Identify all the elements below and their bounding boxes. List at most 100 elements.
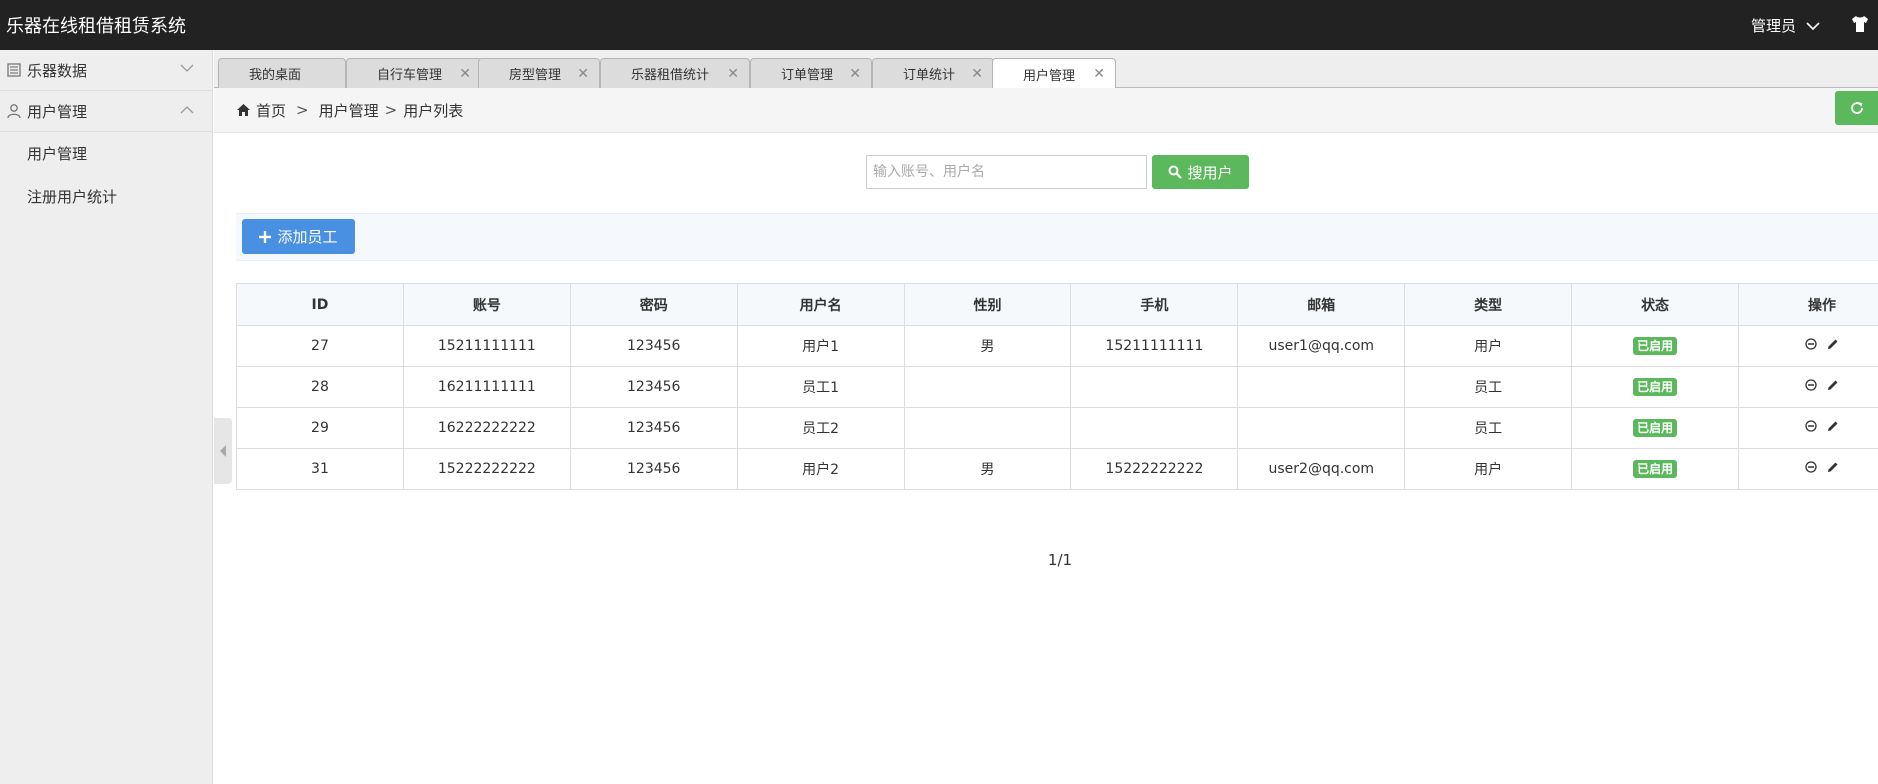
sidebar-item-registered-user-stats[interactable]: 注册用户统计	[0, 175, 212, 218]
tab-label: 我的桌面	[249, 68, 302, 83]
cell-id: 29	[236, 407, 404, 449]
cell-type: 员工	[1404, 407, 1573, 449]
column-header: 操作	[1738, 283, 1878, 326]
plus-icon	[259, 230, 272, 243]
column-header: 密码	[569, 283, 738, 326]
cell-password: 123456	[569, 407, 738, 449]
cell-email: user2@qq.com	[1237, 448, 1406, 490]
cell-phone	[1070, 366, 1239, 408]
search-button-label: 搜用户	[1187, 163, 1233, 182]
breadcrumb-level1[interactable]: 用户管理	[319, 100, 379, 121]
user-name: 管理员	[1750, 17, 1796, 35]
close-icon[interactable]: ✕	[727, 66, 739, 82]
sidebar-item-user-management[interactable]: 用户管理	[0, 132, 212, 175]
tab-room-type-management[interactable]: 房型管理 ✕	[478, 58, 600, 88]
cell-username: 用户2	[736, 448, 905, 490]
table-row: 28 16211111111 123456 员工1 员工 已启用	[236, 366, 1878, 408]
disable-icon[interactable]	[1805, 338, 1817, 350]
tab-order-management[interactable]: 订单管理 ✕	[750, 58, 872, 88]
tab-bar: 我的桌面 自行车管理 ✕ 房型管理 ✕ 乐器租借统计 ✕ 订单管理 ✕ 订单统计…	[214, 50, 1878, 89]
column-header: 账号	[402, 283, 571, 326]
cell-account: 16211111111	[402, 366, 571, 408]
cell-password: 123456	[569, 325, 738, 367]
breadcrumb: 首页 > 用户管理 > 用户列表	[214, 88, 1878, 133]
add-employee-button[interactable]: 添加员工	[242, 219, 355, 254]
breadcrumb-separator: >	[384, 101, 398, 119]
home-icon	[237, 104, 250, 116]
disable-icon[interactable]	[1805, 461, 1817, 473]
cell-status: 已启用	[1571, 366, 1740, 408]
tab-order-stats[interactable]: 订单统计 ✕	[872, 58, 994, 88]
column-header: 手机	[1070, 283, 1239, 326]
cell-password: 123456	[569, 448, 738, 490]
tab-instrument-rental-stats[interactable]: 乐器租借统计 ✕	[600, 58, 750, 88]
cell-account: 16222222222	[402, 407, 571, 449]
sidebar: 乐器数据 用户管理 用户管理 注册用户统计	[0, 50, 213, 784]
table-row: 31 15222222222 123456 用户2 男 15222222222 …	[236, 448, 1878, 490]
cell-actions	[1738, 325, 1878, 367]
disable-icon[interactable]	[1805, 379, 1817, 391]
cell-id: 28	[236, 366, 404, 408]
status-badge: 已启用	[1633, 419, 1678, 437]
tab-bike-management[interactable]: 自行车管理 ✕	[346, 58, 482, 88]
cell-account: 15211111111	[402, 325, 571, 367]
tab-label: 订单统计	[903, 68, 956, 83]
tab-my-desktop[interactable]: 我的桌面	[218, 58, 346, 88]
column-header: 状态	[1571, 283, 1740, 326]
user-icon	[7, 104, 21, 119]
refresh-button[interactable]	[1835, 91, 1878, 125]
chevron-down-icon	[1806, 21, 1820, 30]
app-title: 乐器在线租借租赁系统	[6, 16, 186, 37]
breadcrumb-home[interactable]: 首页	[256, 100, 286, 121]
cell-email	[1237, 366, 1406, 408]
cell-actions	[1738, 448, 1878, 490]
cell-gender	[903, 407, 1072, 449]
caret-left-icon	[220, 445, 226, 457]
pencil-icon[interactable]	[1827, 420, 1839, 432]
table-row: 29 16222222222 123456 员工2 员工 已启用	[236, 407, 1878, 449]
user-menu[interactable]: 管理员	[1751, 15, 1820, 36]
close-icon[interactable]: ✕	[971, 66, 983, 82]
disable-icon[interactable]	[1805, 420, 1817, 432]
add-button-label: 添加员工	[277, 228, 338, 246]
pagination: 1/1	[1047, 551, 1073, 569]
toolbar	[236, 213, 1878, 261]
sidebar-group-user-management[interactable]: 用户管理	[0, 91, 212, 132]
top-bar: 乐器在线租借租赁系统 管理员	[0, 0, 1878, 50]
sidebar-group-label: 用户管理	[27, 102, 88, 121]
table-header-row: ID 账号 密码 用户名 性别 手机 邮箱 类型 状态 操作	[236, 283, 1878, 326]
status-badge: 已启用	[1633, 337, 1678, 355]
tab-label: 乐器租借统计	[631, 68, 710, 83]
search-user-button[interactable]: 搜用户	[1152, 155, 1249, 189]
close-icon[interactable]: ✕	[459, 66, 471, 82]
shirt-icon[interactable]	[1850, 14, 1870, 34]
pencil-icon[interactable]	[1827, 379, 1839, 391]
search-input[interactable]	[866, 155, 1147, 189]
cell-gender: 男	[903, 325, 1072, 367]
cell-status: 已启用	[1571, 325, 1740, 367]
sidebar-group-label: 乐器数据	[27, 61, 88, 80]
cell-id: 27	[236, 325, 404, 367]
close-icon[interactable]: ✕	[849, 66, 861, 82]
sidebar-collapse-handle[interactable]	[214, 418, 232, 484]
cell-username: 用户1	[736, 325, 905, 367]
chevron-up-icon	[180, 106, 194, 114]
cell-email	[1237, 407, 1406, 449]
tab-label: 房型管理	[509, 68, 562, 83]
cell-phone: 15222222222	[1070, 448, 1239, 490]
status-badge: 已启用	[1633, 378, 1678, 396]
cell-status: 已启用	[1571, 448, 1740, 490]
status-badge: 已启用	[1633, 460, 1678, 478]
pencil-icon[interactable]	[1827, 338, 1839, 350]
sidebar-group-instrument-data[interactable]: 乐器数据	[0, 50, 212, 91]
user-table: ID 账号 密码 用户名 性别 手机 邮箱 类型 状态 操作 27 152111…	[236, 283, 1878, 490]
close-icon[interactable]: ✕	[1093, 66, 1105, 82]
cell-actions	[1738, 407, 1878, 449]
cell-type: 用户	[1404, 325, 1573, 367]
pencil-icon[interactable]	[1827, 461, 1839, 473]
tab-user-management[interactable]: 用户管理 ✕	[992, 58, 1116, 89]
close-icon[interactable]: ✕	[577, 66, 589, 82]
cell-password: 123456	[569, 366, 738, 408]
tab-label: 订单管理	[781, 68, 834, 83]
tab-label: 用户管理	[1023, 68, 1076, 84]
